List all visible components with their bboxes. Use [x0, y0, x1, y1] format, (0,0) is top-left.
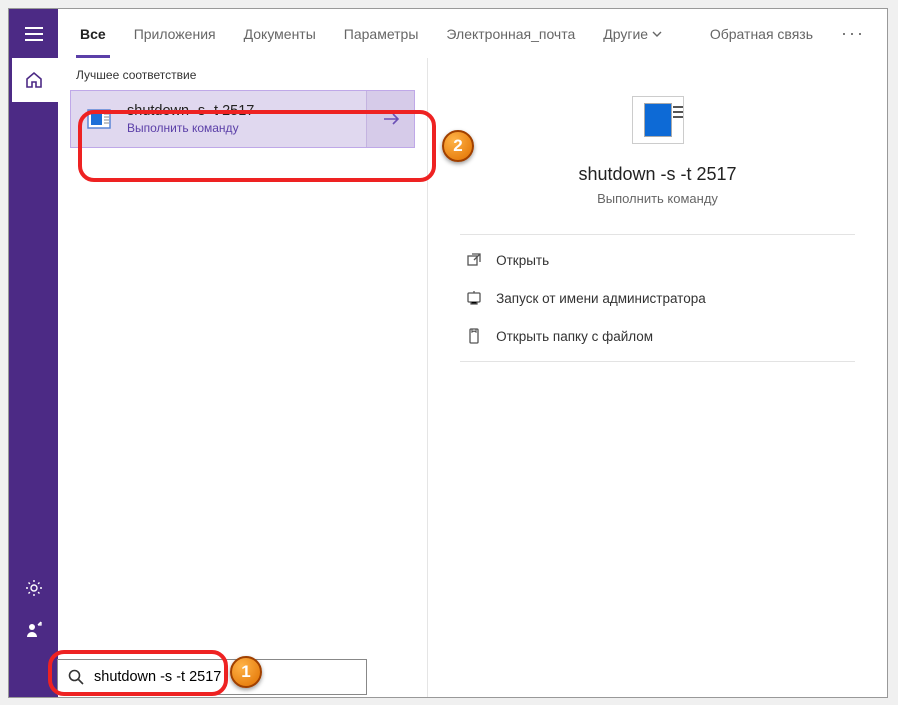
folder-icon [466, 328, 482, 344]
search-box[interactable] [57, 659, 367, 695]
home-tab[interactable] [9, 58, 58, 102]
action-open-folder[interactable]: Открыть папку с файлом [460, 317, 855, 355]
tab-email[interactable]: Электронная_почта [432, 9, 589, 58]
expand-arrow-button[interactable] [366, 91, 414, 147]
account-button[interactable] [9, 609, 58, 651]
open-icon [466, 252, 482, 268]
best-match-result[interactable]: shutdown -s -t 2517 Выполнить команду [70, 90, 415, 148]
more-button[interactable]: ··· [827, 23, 879, 44]
action-run-admin[interactable]: Запуск от имени администратора [460, 279, 855, 317]
tab-other[interactable]: Другие [589, 9, 676, 58]
command-icon [71, 105, 127, 133]
shield-icon [466, 290, 482, 306]
person-icon [25, 621, 43, 639]
section-best-match: Лучшее соответствие [58, 64, 427, 90]
gear-icon [25, 579, 43, 597]
detail-title: shutdown -s -t 2517 [578, 164, 736, 185]
action-open-folder-label: Открыть папку с файлом [496, 329, 653, 344]
tab-params[interactable]: Параметры [330, 9, 433, 58]
feedback-link[interactable]: Обратная связь [696, 26, 827, 42]
detail-actions: Открыть Запуск от имени администратора О… [460, 234, 855, 362]
taskbar [8, 655, 888, 699]
settings-button[interactable] [9, 567, 58, 609]
home-icon [25, 71, 43, 89]
tab-apps[interactable]: Приложения [120, 9, 230, 58]
search-input[interactable] [94, 669, 356, 685]
detail-subtitle: Выполнить команду [597, 191, 718, 206]
hamburger-button[interactable] [9, 9, 58, 58]
sidebar-rail [9, 9, 58, 697]
results-pane: Лучшее соответствие shutdown -s -t 2517 … [58, 58, 428, 697]
chevron-down-icon [652, 31, 662, 37]
detail-preview-icon [632, 96, 684, 144]
tab-docs[interactable]: Документы [230, 9, 330, 58]
action-run-admin-label: Запуск от имени администратора [496, 291, 706, 306]
annotation-badge-2: 2 [442, 130, 474, 162]
filter-tabs: Все Приложения Документы Параметры Элект… [58, 9, 887, 58]
action-open-label: Открыть [496, 253, 549, 268]
search-icon [68, 669, 84, 685]
annotation-badge-1: 1 [230, 656, 262, 688]
result-subtitle: Выполнить команду [127, 121, 366, 135]
arrow-right-icon [382, 112, 400, 126]
tab-all[interactable]: Все [66, 9, 120, 58]
detail-pane: shutdown -s -t 2517 Выполнить команду От… [428, 58, 887, 697]
result-title: shutdown -s -t 2517 [127, 103, 366, 119]
action-open[interactable]: Открыть [460, 241, 855, 279]
